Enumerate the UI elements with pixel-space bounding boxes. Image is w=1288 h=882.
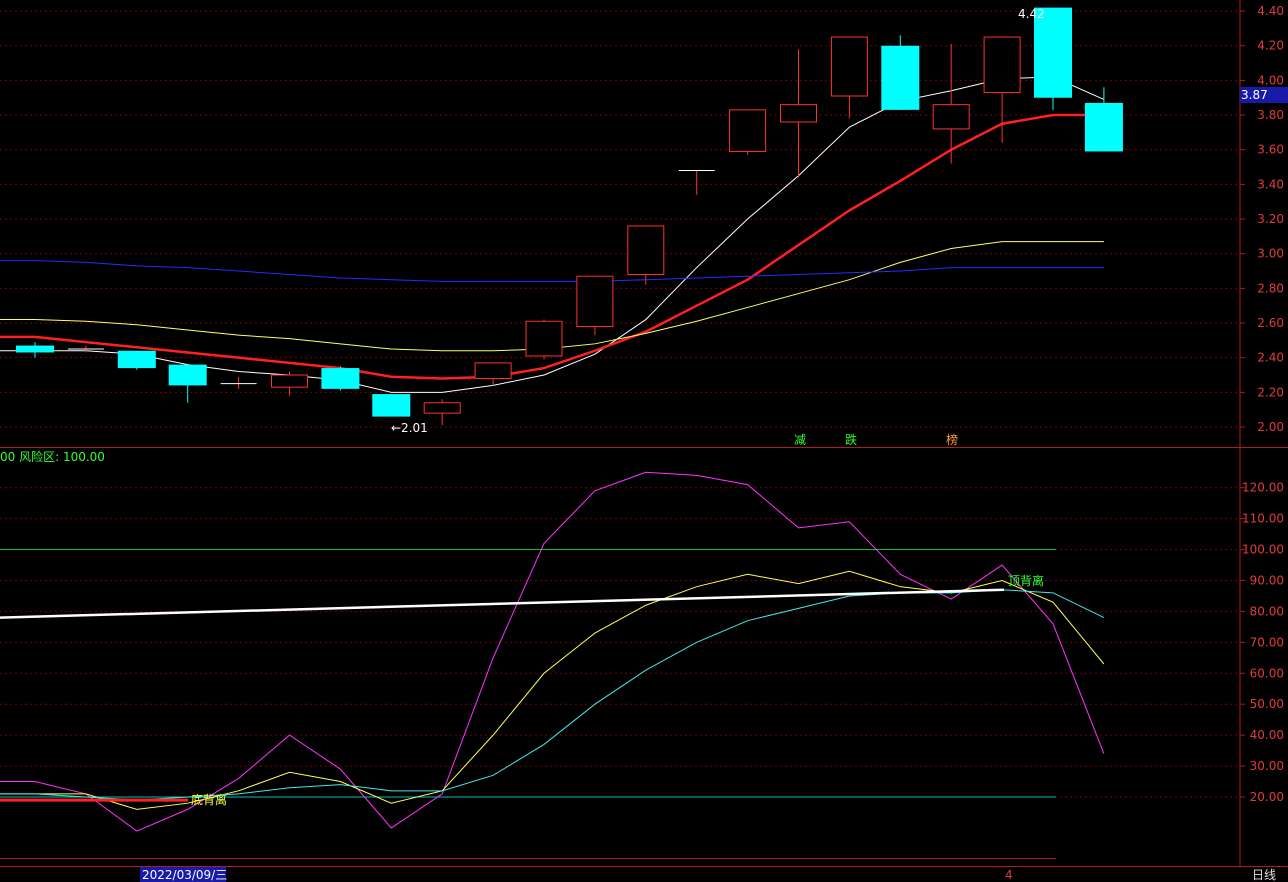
candle-body [1084, 102, 1123, 152]
indicator-tick-label: 120.00 [1242, 481, 1284, 495]
price-tick-label: 3.20 [1257, 212, 1284, 226]
candle-body [780, 104, 817, 123]
signal-label-2: 跌 [845, 432, 857, 447]
last-price-tag: 3.87 [1241, 88, 1268, 102]
period-label[interactable]: 日线 [1252, 868, 1276, 882]
price-axis: 4.40 4.20 4.00 3.80 3.60 3.40 3.20 3.00 2.80 2.60… [1240, 4, 1284, 434]
candle [830, 36, 868, 119]
low-price-label: ←2.01 [391, 421, 428, 435]
bottom-divergence-label: 底背离 [191, 792, 227, 807]
indicator-tick-label: 60.00 [1250, 666, 1284, 680]
candle [576, 275, 614, 336]
trend-line-white [0, 588, 1005, 619]
indicator-line-1 [0, 471, 1105, 832]
candle-body [271, 374, 308, 388]
candle [372, 394, 411, 417]
candle [321, 366, 360, 391]
indicator-tick-label: 20.00 [1250, 790, 1284, 804]
candle [16, 342, 54, 358]
candle [932, 44, 970, 164]
indicator-tick-label: 30.00 [1250, 759, 1284, 773]
candle [729, 109, 767, 155]
candle [678, 170, 715, 195]
indicator-tick-label: 110.00 [1242, 512, 1284, 526]
candle-body [16, 345, 54, 353]
price-tick-label: 3.60 [1257, 143, 1284, 157]
indicator-lines [0, 471, 1105, 832]
candle-body [932, 104, 970, 130]
candle-body [372, 394, 411, 417]
candle-body [576, 275, 614, 327]
candle-body [1034, 7, 1072, 98]
candle [525, 319, 563, 360]
indicator-tick-label: 40.00 [1250, 728, 1284, 742]
price-tick-label: 4.20 [1257, 39, 1284, 53]
candle-body [168, 364, 207, 386]
candle [474, 362, 512, 386]
candle [780, 49, 817, 178]
candle-body [627, 225, 665, 275]
top-divergence-label: 顶背离 [1008, 573, 1044, 588]
signal-label-3: 榜 [946, 432, 958, 447]
candle-body [321, 368, 360, 389]
price-tick-label: 4.40 [1257, 4, 1284, 18]
price-tick-label: 3.40 [1257, 177, 1284, 191]
indicator-axis: 120.00 110.00 100.00 90.00 80.00 70.00 60.00 50… [1240, 481, 1284, 804]
signal-label-1: 减 [794, 433, 806, 447]
candles [16, 7, 1123, 426]
candle [117, 350, 156, 370]
candle-body [881, 45, 920, 110]
indicator-line-3 [0, 589, 1105, 801]
indicator-gridlines [0, 487, 1240, 798]
date-label: 2022/03/09/三 [142, 868, 227, 882]
indicator-reference-lines [0, 549, 1056, 798]
price-tick-label: 3.00 [1257, 247, 1284, 261]
price-tick-label: 2.40 [1257, 351, 1284, 365]
moving-average-line-4 [0, 260, 1104, 282]
candle-body [423, 402, 461, 414]
indicator-tick-label: 80.00 [1250, 604, 1284, 618]
indicator-tick-label: 50.00 [1250, 697, 1284, 711]
candle [627, 225, 665, 285]
candle-body [474, 362, 512, 379]
candle [168, 364, 207, 403]
candle-body [983, 36, 1021, 94]
price-tick-label: 2.20 [1257, 385, 1284, 399]
indicator-tick-label: 70.00 [1250, 635, 1284, 649]
price-tick-label: 4.00 [1257, 73, 1284, 87]
candle-body [830, 36, 868, 97]
price-tick-label: 2.80 [1257, 281, 1284, 295]
candle [1084, 87, 1123, 152]
candle-body [117, 350, 156, 369]
candle [220, 376, 257, 389]
indicator-tick-label: 90.00 [1250, 573, 1284, 587]
price-tick-label: 2.00 [1257, 420, 1284, 434]
candle [881, 35, 920, 110]
price-tick-label: 2.60 [1257, 316, 1284, 330]
candle [983, 36, 1021, 143]
cursor-label: 4 [1005, 868, 1013, 882]
candle-body [729, 109, 767, 152]
chart: 4.40 4.20 4.00 3.80 3.60 3.40 3.20 3.00 2.80 2.60… [0, 0, 1288, 882]
candle [1034, 7, 1072, 110]
high-price-label: 4.42 [1018, 7, 1045, 21]
candle [423, 399, 461, 426]
candle-body [525, 320, 563, 357]
indicator-legend: 00 风险区: 100.00 [0, 449, 105, 464]
indicator-tick-label: 100.00 [1242, 543, 1284, 557]
indicator-line-2 [0, 570, 1105, 810]
price-tick-label: 3.80 [1257, 108, 1284, 122]
